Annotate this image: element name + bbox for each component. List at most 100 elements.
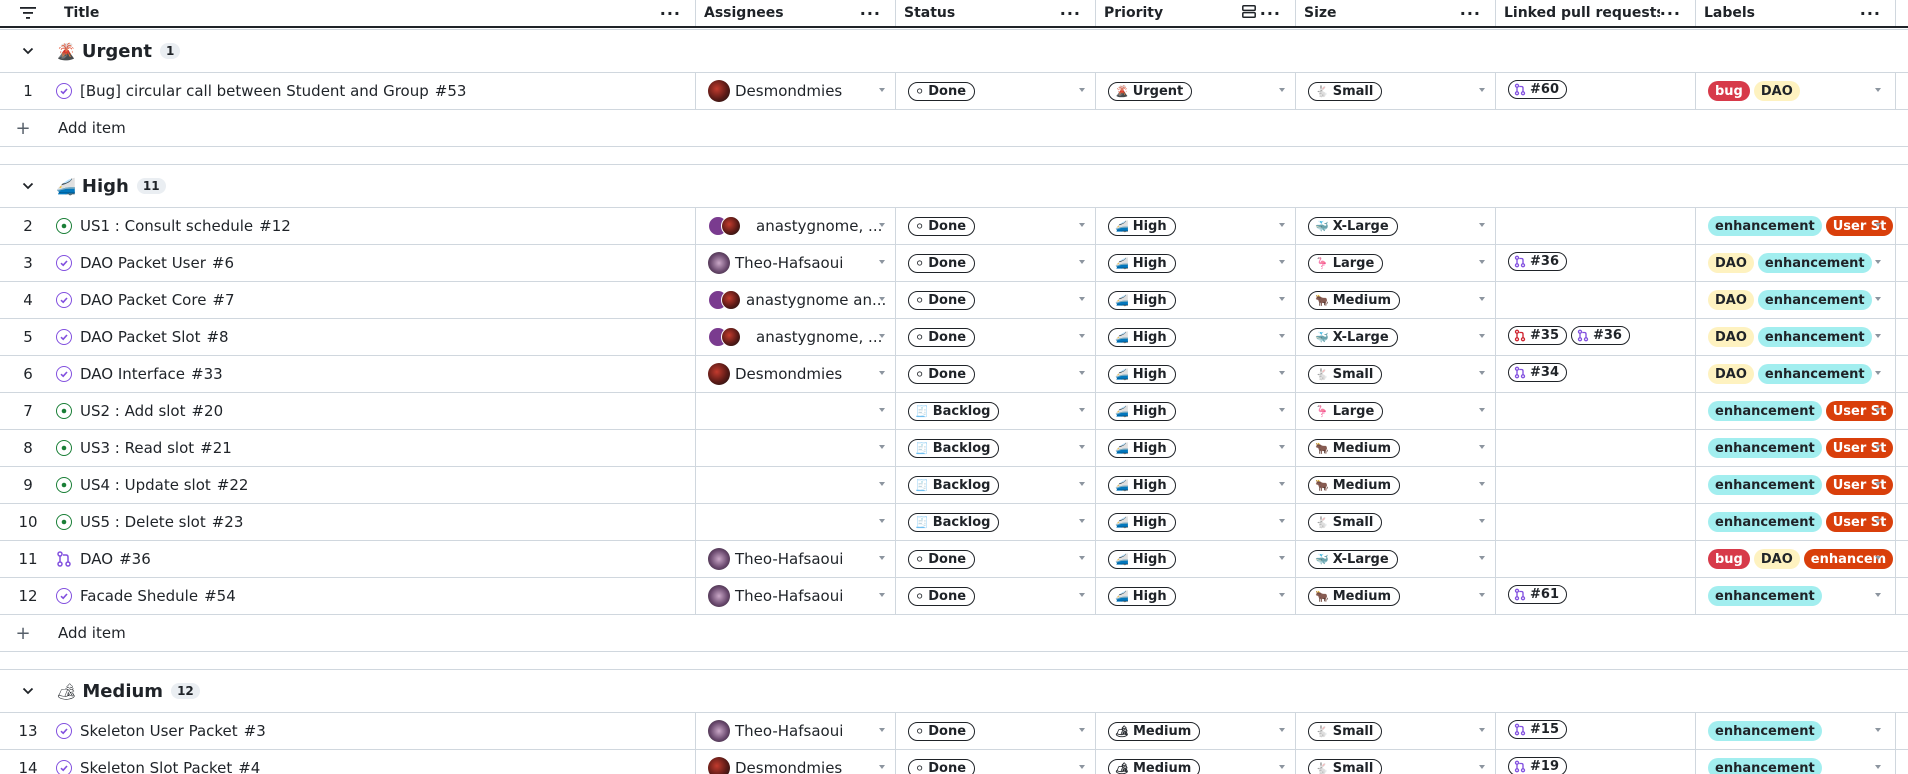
priority-cell[interactable]: 🚄 High [1096,319,1296,355]
dropdown-caret-icon[interactable] [1875,765,1881,769]
linked-prs-cell[interactable] [1496,393,1696,429]
more-icon[interactable]: ··· [1860,4,1881,23]
status-cell[interactable]: 🧾 Backlog [896,430,1096,466]
group-header[interactable]: 🚄 High 11 [0,164,1908,208]
column-header-labels[interactable]: Labels ··· [1696,0,1896,26]
status-cell[interactable]: ⚪ Done [896,541,1096,577]
linked-pr-chip[interactable]: #60 [1508,79,1567,99]
status-cell[interactable]: ⚪ Done [896,578,1096,614]
table-row[interactable]: 5 DAO Packet Slot #8 anastygnome, ... ⚪ Done 🚄… [0,319,1908,356]
assignees-cell[interactable]: Theo-Hafsaoui [696,245,896,281]
issue-title-text[interactable]: Skeleton User Packet [80,722,238,740]
labels-cell[interactable]: DAO enhancement [1696,356,1896,392]
issue-title[interactable]: Facade Shedule #54 [80,587,236,605]
table-row[interactable]: 8 US3 : Read slot #21 🧾 Backlog 🚄 High 🐂 Medium e… [0,430,1908,467]
labels-cell[interactable]: bug DAO [1696,73,1896,109]
more-icon[interactable]: ··· [1060,4,1081,23]
issue-title-text[interactable]: DAO Interface [80,365,185,383]
assignees-cell[interactable] [696,467,896,503]
dropdown-caret-icon[interactable] [1875,88,1881,92]
dropdown-caret-icon[interactable] [1479,765,1485,769]
size-cell[interactable]: 🐇 Small [1296,504,1496,540]
status-cell[interactable]: ⚪ Done [896,208,1096,244]
dropdown-caret-icon[interactable] [879,765,885,769]
linked-pr-chip[interactable]: #36 [1570,325,1630,345]
linked-pr-chip[interactable]: #34 [1508,362,1567,382]
priority-cell[interactable]: 🏕 Medium [1096,713,1296,749]
labels-cell[interactable]: enhancement [1696,713,1896,749]
issue-title-text[interactable]: DAO Packet User [80,254,206,272]
priority-cell[interactable]: 🚄 High [1096,541,1296,577]
size-cell[interactable]: 🐂 Medium [1296,578,1496,614]
title-cell[interactable]: DAO Interface #33 [56,356,696,392]
group-header[interactable]: 🏕 Medium 12 [0,669,1908,713]
issue-title[interactable]: US3 : Read slot #21 [80,439,232,457]
assignees-cell[interactable]: anastygnome, ... [696,208,896,244]
dropdown-caret-icon[interactable] [1479,728,1485,732]
size-cell[interactable]: 🐂 Medium [1296,430,1496,466]
table-row[interactable]: 7 US2 : Add slot #20 🧾 Backlog 🚄 High 🦩 Large enh… [0,393,1908,430]
issue-title-text[interactable]: DAO Packet Slot [80,328,200,346]
dropdown-caret-icon[interactable] [1079,88,1085,92]
table-row[interactable]: 12 Facade Shedule #54 Theo-Hafsaoui ⚪ Done 🚄 Hi… [0,578,1908,615]
labels-cell[interactable]: enhancement User St [1696,393,1896,429]
table-row[interactable]: 9 US4 : Update slot #22 🧾 Backlog 🚄 High 🐂 Mediu… [0,467,1908,504]
issue-title[interactable]: US5 : Delete slot #23 [80,513,243,531]
dropdown-caret-icon[interactable] [1875,556,1881,560]
labels-cell[interactable]: enhancement User St [1696,467,1896,503]
dropdown-caret-icon[interactable] [1279,482,1285,486]
dropdown-caret-icon[interactable] [1875,334,1881,338]
assignees-cell[interactable]: Theo-Hafsaoui [696,541,896,577]
dropdown-caret-icon[interactable] [879,482,885,486]
labels-cell[interactable]: enhancement User St [1696,430,1896,466]
issue-title-text[interactable]: US3 : Read slot [80,439,194,457]
labels-cell[interactable]: enhancement [1696,578,1896,614]
dropdown-caret-icon[interactable] [1279,88,1285,92]
more-icon[interactable]: ··· [860,4,881,23]
issue-title[interactable]: Skeleton User Packet #3 [80,722,266,740]
column-header-size[interactable]: Size ··· [1296,0,1496,26]
dropdown-caret-icon[interactable] [1079,556,1085,560]
dropdown-caret-icon[interactable] [1079,223,1085,227]
title-cell[interactable]: DAO Packet Core #7 [56,282,696,318]
linked-pr-chip[interactable]: #15 [1508,719,1567,739]
dropdown-caret-icon[interactable] [1079,765,1085,769]
add-item-button[interactable]: + Add item [0,615,1908,652]
linked-prs-cell[interactable]: #19 [1496,750,1696,774]
assignees-cell[interactable]: Theo-Hafsaoui [696,713,896,749]
size-cell[interactable]: 🐳 X-Large [1296,541,1496,577]
assignees-cell[interactable]: Desmondmies [696,356,896,392]
dropdown-caret-icon[interactable] [1279,334,1285,338]
linked-prs-cell[interactable] [1496,467,1696,503]
dropdown-caret-icon[interactable] [879,297,885,301]
size-cell[interactable]: 🐂 Medium [1296,282,1496,318]
issue-title[interactable]: DAO #36 [80,550,151,568]
title-cell[interactable]: Skeleton Slot Packet #4 [56,750,696,774]
size-cell[interactable]: 🐇 Small [1296,713,1496,749]
group-by-icon[interactable] [1241,4,1256,22]
dropdown-caret-icon[interactable] [1079,445,1085,449]
dropdown-caret-icon[interactable] [1479,445,1485,449]
dropdown-caret-icon[interactable] [879,408,885,412]
assignees-cell[interactable] [696,504,896,540]
issue-title[interactable]: US2 : Add slot #20 [80,402,223,420]
dropdown-caret-icon[interactable] [1079,593,1085,597]
table-row[interactable]: 14 Skeleton Slot Packet #4 Desmondmies ⚪ Done… [0,750,1908,774]
group-header[interactable]: 🌋 Urgent 1 [0,29,1908,73]
issue-title-text[interactable]: [Bug] circular call between Student and … [80,82,429,100]
priority-cell[interactable]: 🌋 Urgent [1096,73,1296,109]
linked-prs-cell[interactable]: #15 [1496,713,1696,749]
status-cell[interactable]: ⚪ Done [896,245,1096,281]
more-icon[interactable]: ··· [1660,4,1681,23]
dropdown-caret-icon[interactable] [879,223,885,227]
dropdown-caret-icon[interactable] [879,728,885,732]
column-header-status[interactable]: Status ··· [896,0,1096,26]
linked-prs-cell[interactable] [1496,430,1696,466]
title-cell[interactable]: US5 : Delete slot #23 [56,504,696,540]
dropdown-caret-icon[interactable] [1279,260,1285,264]
table-row[interactable]: 2 US1 : Consult schedule #12 anastygnome, .… [0,208,1908,245]
priority-cell[interactable]: 🚄 High [1096,245,1296,281]
status-cell[interactable]: ⚪ Done [896,282,1096,318]
priority-cell[interactable]: 🚄 High [1096,504,1296,540]
dropdown-caret-icon[interactable] [879,445,885,449]
